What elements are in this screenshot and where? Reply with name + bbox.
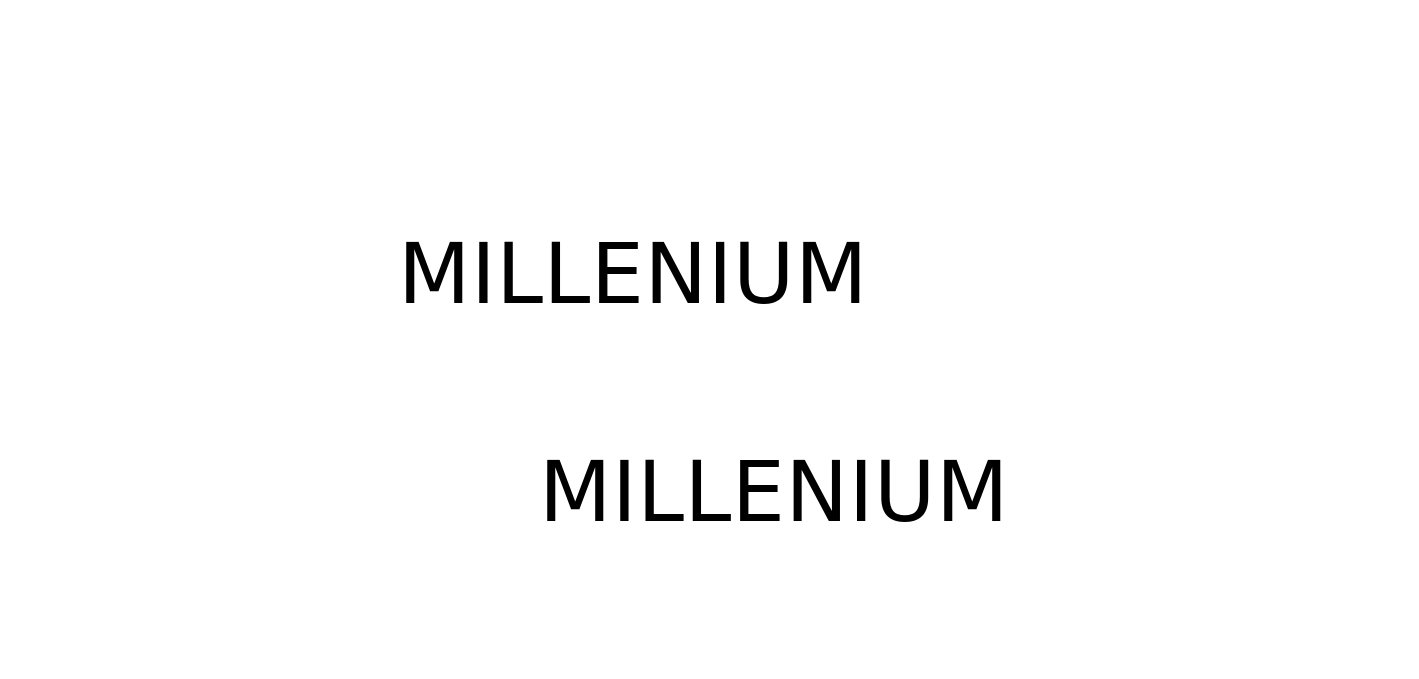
millenium-text-top: MILLENIUM	[398, 225, 868, 323]
millenium-text-bottom: MILLENIUM	[539, 443, 1009, 541]
